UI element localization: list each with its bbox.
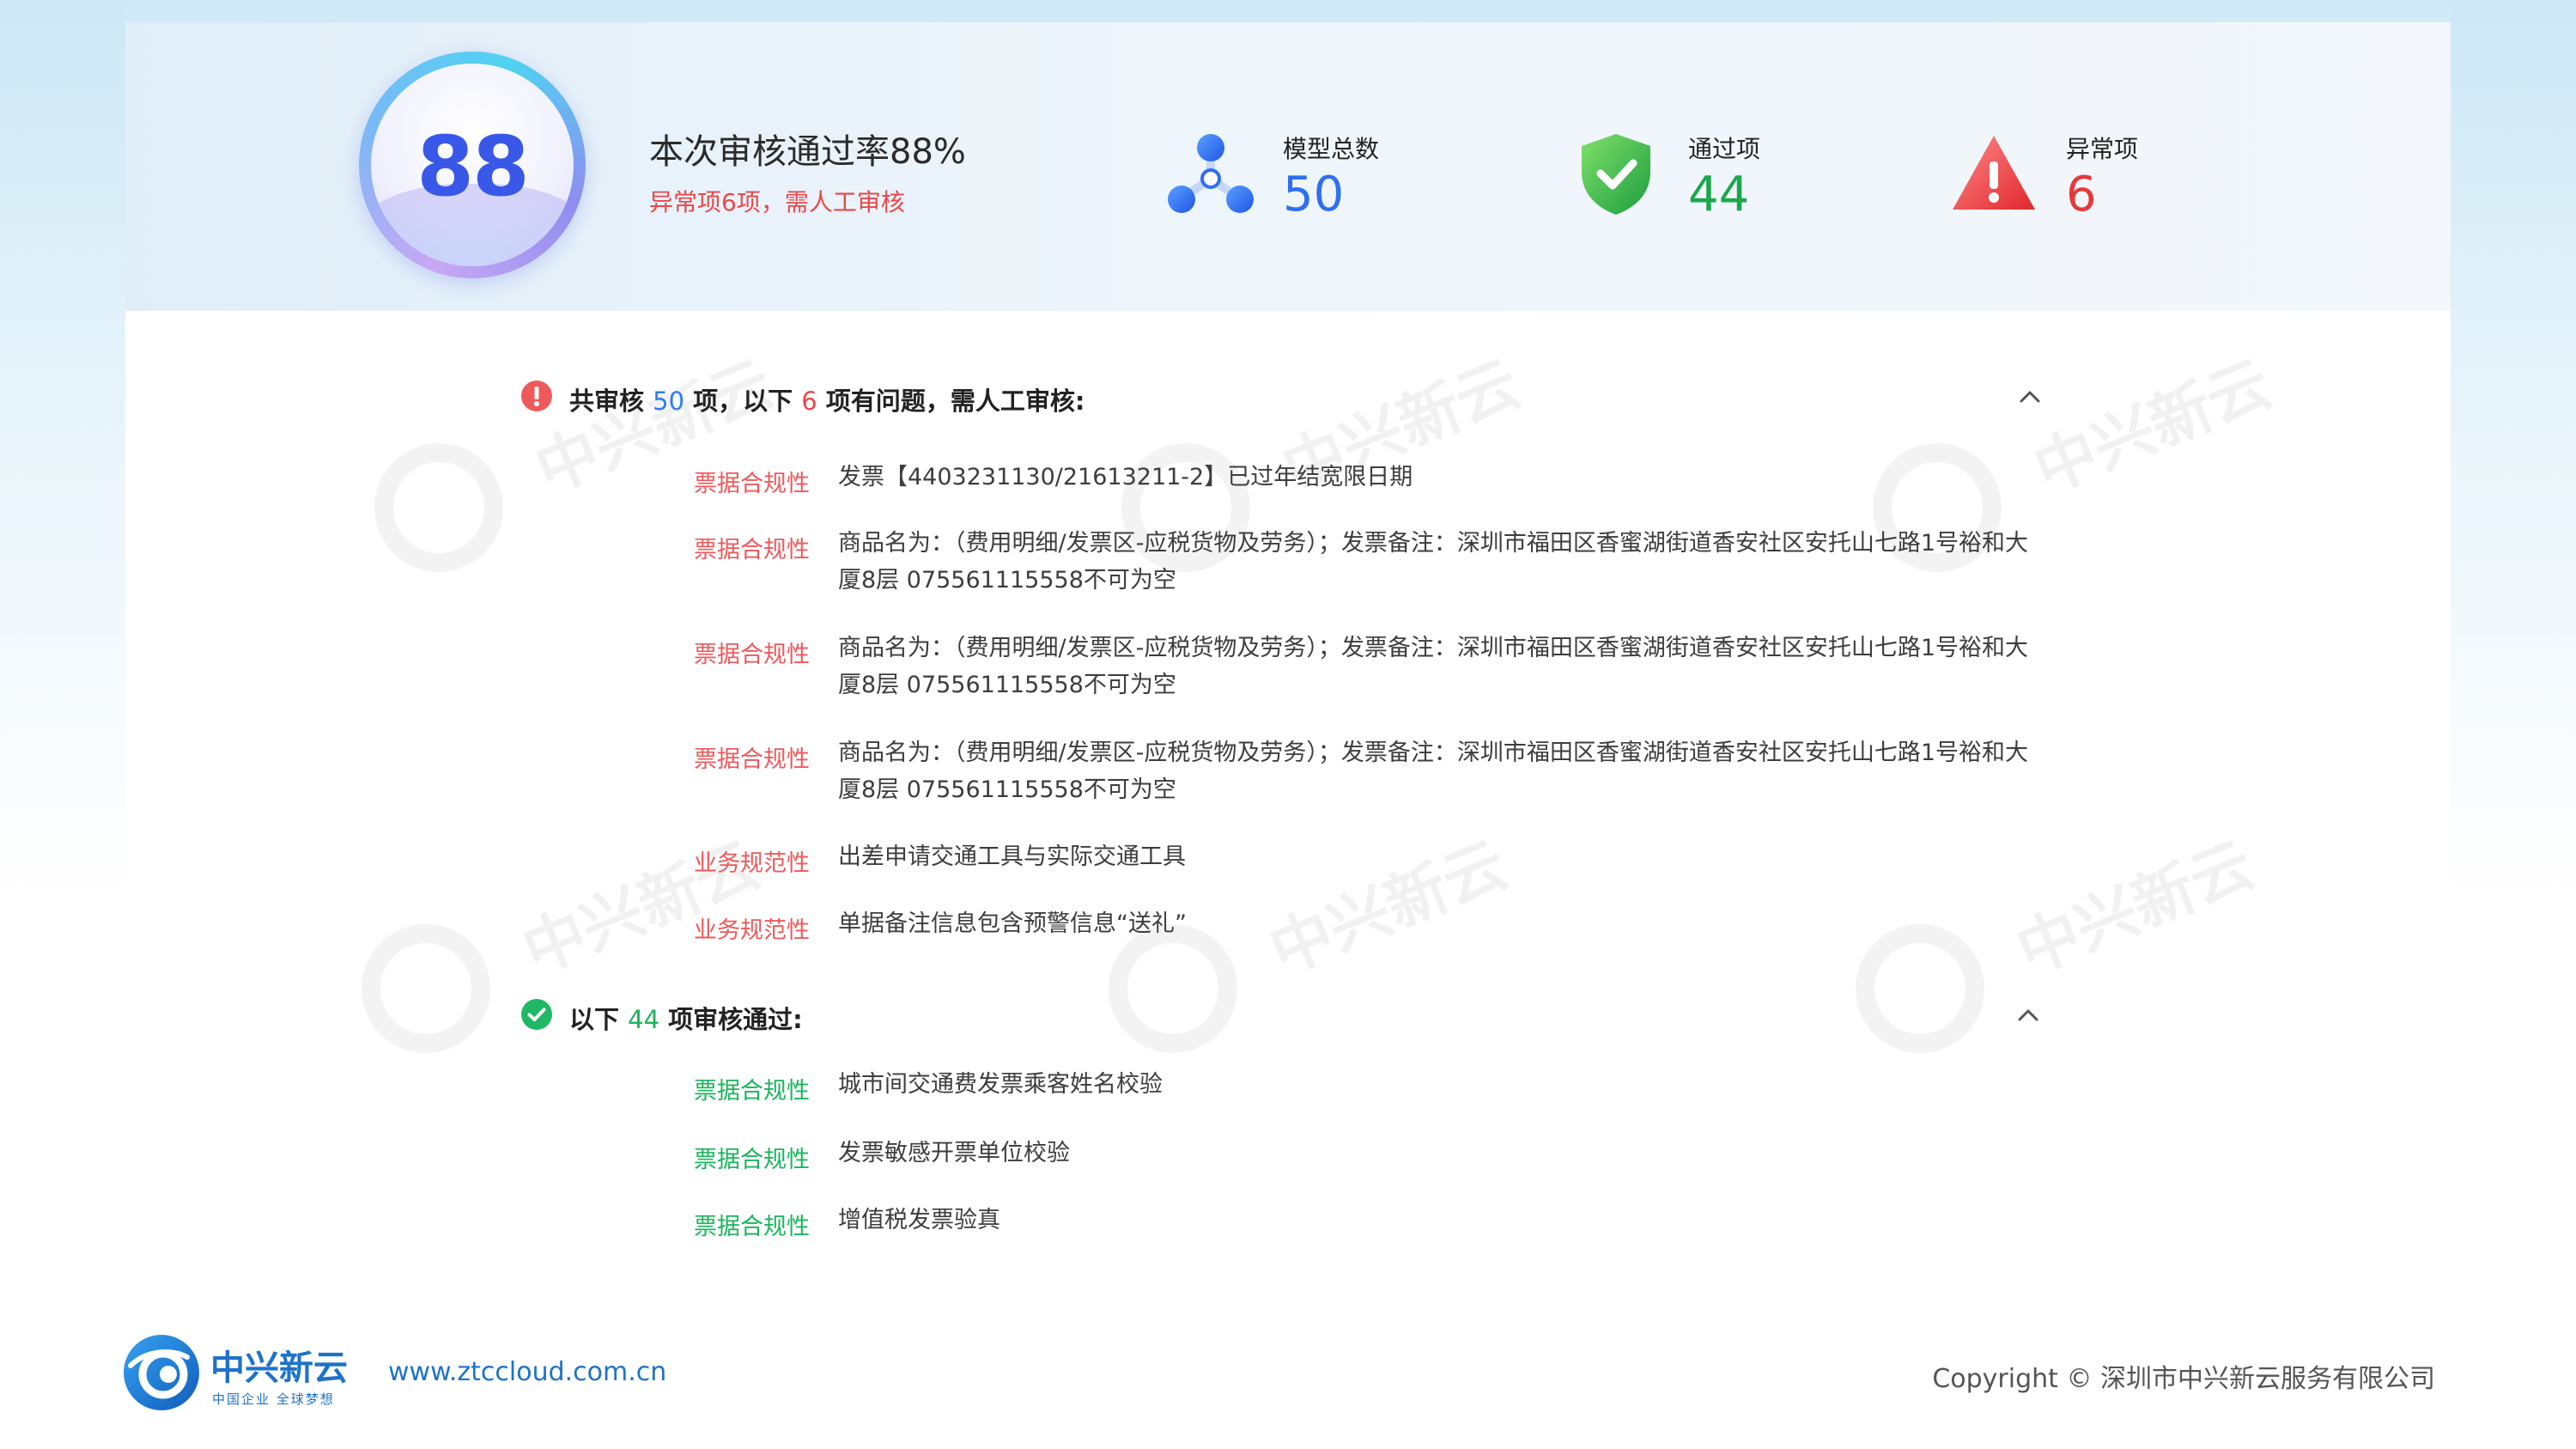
chevron-up-icon[interactable]: [2016, 383, 2044, 411]
warning-triangle-icon: [1953, 136, 2035, 210]
issue-text: 出差申请交通工具与实际交通工具: [838, 843, 1186, 870]
shield-check-icon: [1582, 134, 1650, 215]
issues-total-count: 50: [653, 387, 685, 416]
stat-value: 44: [1688, 167, 1750, 222]
brand-logo-icon: [124, 1335, 199, 1410]
score-gauge: 88: [359, 52, 586, 278]
issue-text: 单据备注信息包含预警信息“送礼”: [838, 910, 1187, 937]
watermark-logo-icon: [374, 443, 503, 572]
error-icon: [521, 381, 552, 411]
chevron-up-icon[interactable]: [2014, 1002, 2042, 1029]
issues-count: 6: [801, 387, 817, 416]
passed-tag: 票据合规性: [694, 1214, 810, 1240]
pass-rate-subtitle: 异常项6项，需人工审核: [649, 188, 905, 216]
pass-rate-title: 本次审核通过率88%: [649, 132, 966, 172]
watermark-logo-icon: [1856, 924, 1984, 1053]
watermark-logo-icon: [361, 924, 490, 1053]
check-circle-icon: [521, 999, 552, 1030]
model-network-icon: [1168, 134, 1254, 213]
stat-value: 6: [2066, 167, 2097, 222]
issues-section-title: 共审核 50 项，以下 6 项有问题，需人工审核:: [569, 387, 1085, 416]
passed-section-title: 以下 44 项审核通过:: [569, 1005, 803, 1034]
stat-label: 异常项: [2066, 135, 2139, 163]
issue-text: 商品名为：（费用明细/发票区-应税货物及劳务）；发票备注：深圳市福田区香蜜湖街道…: [838, 740, 2029, 803]
issue-tag: 票据合规性: [694, 537, 810, 563]
background-right: [2451, 0, 2576, 1288]
issue-text: 商品名为：（费用明细/发票区-应税货物及劳务）；发票备注：深圳市福田区香蜜湖街道…: [838, 530, 2029, 594]
issue-tag: 票据合规性: [694, 746, 810, 773]
issue-text: 发票【4403231130/21613211-2】已过年结宽限日期: [838, 464, 1413, 490]
footer-brand: 中兴新云: [210, 1349, 348, 1388]
issue-tag: 票据合规性: [694, 471, 810, 497]
issue-text: 商品名为：（费用明细/发票区-应税货物及劳务）；发票备注：深圳市福田区香蜜湖街道…: [838, 635, 2029, 698]
issue-tag: 业务规范性: [694, 917, 810, 944]
stat-label: 通过项: [1688, 135, 1761, 163]
passed-text: 城市间交通费发票乘客姓名校验: [838, 1071, 1163, 1098]
passed-text: 增值税发票验真: [838, 1207, 1000, 1233]
stat-value: 50: [1283, 167, 1345, 222]
summary-header: 88 本次审核通过率88% 异常项6项，需人工审核 模型总数 50 通过项 44…: [125, 22, 2451, 311]
watermark-logo-icon: [1109, 924, 1237, 1053]
score-value: 88: [416, 119, 530, 215]
background-left: [0, 0, 125, 1288]
issue-tag: 业务规范性: [694, 850, 810, 877]
audit-result-panel: 88 本次审核通过率88% 异常项6项，需人工审核 模型总数 50 通过项 44…: [125, 22, 2451, 1297]
passed-tag: 票据合规性: [694, 1147, 810, 1173]
footer-copyright: Copyright © 深圳市中兴新云服务有限公司: [1932, 1364, 2435, 1394]
stat-label: 模型总数: [1283, 135, 1380, 163]
passed-tag: 票据合规性: [694, 1078, 810, 1105]
issue-tag: 票据合规性: [694, 642, 810, 668]
passed-text: 发票敏感开票单位校验: [838, 1140, 1070, 1166]
footer-slogan: 中国企业 全球梦想: [212, 1391, 335, 1407]
passed-count: 44: [628, 1005, 660, 1034]
footer-url-link[interactable]: www.ztccloud.com.cn: [388, 1357, 666, 1387]
